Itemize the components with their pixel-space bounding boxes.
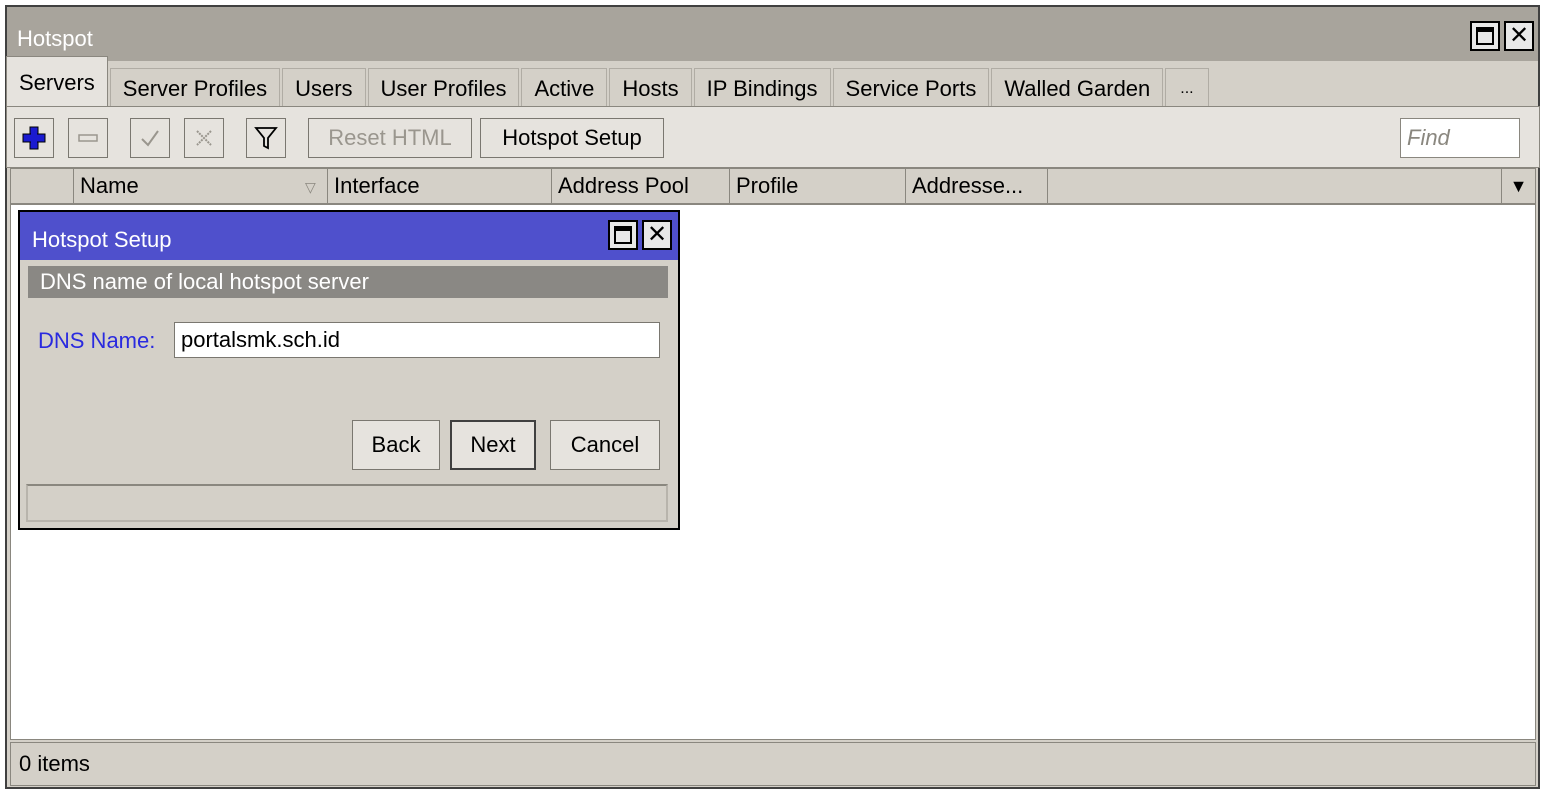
enable-button[interactable]: [130, 118, 170, 158]
find-input[interactable]: Find: [1400, 118, 1520, 158]
dropdown-arrow-icon: ▼: [1509, 175, 1528, 196]
hotspot-setup-dialog: Hotspot Setup ✕ DNS name of local hotspo…: [18, 210, 680, 530]
hotspot-setup-button[interactable]: Hotspot Setup: [480, 118, 664, 158]
disable-button[interactable]: [184, 118, 224, 158]
x-icon: [196, 130, 212, 146]
tab-user-profiles[interactable]: User Profiles: [367, 68, 520, 108]
column-address-pool-label: Address Pool: [558, 173, 689, 198]
remove-button[interactable]: [68, 118, 108, 158]
tab-active[interactable]: Active: [521, 68, 608, 108]
column-profile-label: Profile: [736, 173, 799, 198]
dialog-title: Hotspot Setup: [32, 227, 172, 252]
cancel-button[interactable]: Cancel: [550, 420, 660, 470]
next-button[interactable]: Next: [450, 420, 536, 470]
add-button[interactable]: [14, 118, 54, 158]
column-name-label: Name: [80, 173, 139, 198]
tab-servers[interactable]: Servers: [6, 56, 108, 108]
column-menu-button[interactable]: ▼: [1501, 169, 1535, 203]
window-titlebar[interactable]: Hotspot ✕: [7, 7, 1538, 61]
tab-bar: Servers Server Profiles Users User Profi…: [6, 56, 1209, 108]
toolbar: [6, 106, 1540, 168]
dialog-close-button[interactable]: ✕: [642, 220, 672, 250]
column-profile[interactable]: Profile: [729, 169, 905, 203]
tab-service-ports[interactable]: Service Ports: [832, 68, 990, 108]
back-button[interactable]: Back: [352, 420, 440, 470]
check-icon: [141, 130, 159, 147]
dns-name-input[interactable]: portalsmk.sch.id: [174, 322, 660, 358]
column-interface[interactable]: Interface: [327, 169, 551, 203]
tab-more[interactable]: ...: [1165, 68, 1209, 108]
close-icon: ✕: [646, 221, 668, 248]
window-title: Hotspot: [17, 26, 93, 51]
column-filler: [1047, 169, 1501, 203]
tab-hosts[interactable]: Hosts: [609, 68, 692, 108]
sort-arrow-icon: ▽: [305, 179, 316, 195]
filter-icon: [254, 127, 278, 150]
section-header: DNS name of local hotspot server: [28, 266, 668, 298]
dialog-maximize-button[interactable]: [608, 220, 638, 250]
column-name[interactable]: Name: [73, 169, 333, 203]
maximize-icon: [614, 226, 632, 244]
tab-users[interactable]: Users: [282, 68, 366, 108]
filter-button[interactable]: [246, 118, 286, 158]
reset-html-button[interactable]: Reset HTML: [308, 118, 472, 158]
column-interface-label: Interface: [334, 173, 420, 198]
dns-name-label: DNS Name:: [38, 328, 156, 353]
tab-walled-garden[interactable]: Walled Garden: [991, 68, 1164, 108]
column-addresses[interactable]: Addresse...: [905, 169, 1047, 203]
column-addresses-label: Addresse...: [912, 173, 1024, 198]
tab-server-profiles[interactable]: Server Profiles: [109, 68, 281, 108]
tab-ip-bindings[interactable]: IP Bindings: [693, 68, 831, 108]
items-count: 0 items: [19, 751, 90, 776]
status-bar: 0 items: [10, 742, 1536, 786]
maximize-button[interactable]: [1470, 21, 1500, 51]
close-icon: ✕: [1508, 22, 1530, 49]
plus-icon: [22, 126, 46, 150]
column-address-pool[interactable]: Address Pool: [551, 169, 729, 203]
minus-icon: [78, 134, 98, 142]
dialog-titlebar[interactable]: Hotspot Setup ✕: [20, 212, 678, 260]
close-button[interactable]: ✕: [1504, 21, 1534, 51]
maximize-icon: [1476, 27, 1494, 45]
dialog-status-bar: [26, 484, 668, 522]
list-header: Name ▽ Interface Address Pool Profile Ad…: [10, 168, 1536, 204]
